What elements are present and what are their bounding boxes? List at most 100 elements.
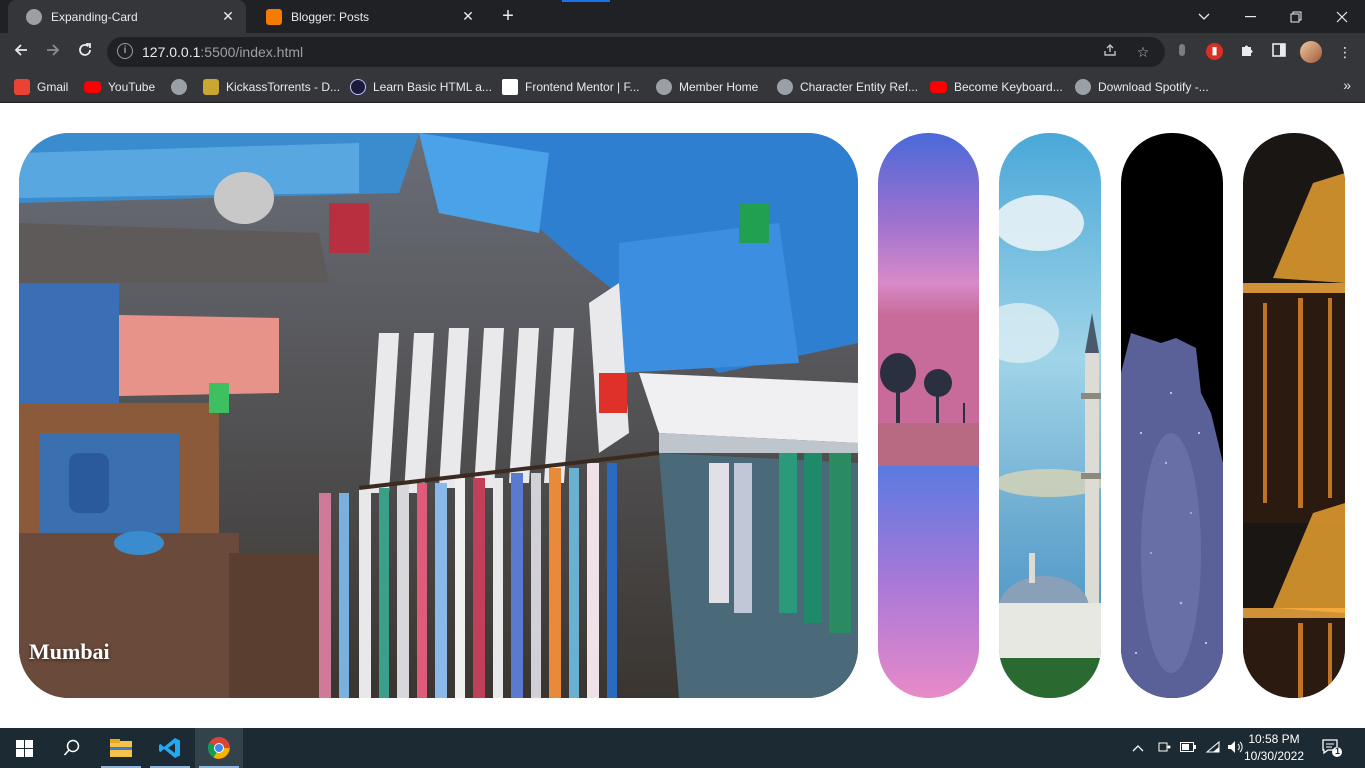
reload-button[interactable] [74,41,96,63]
url-path: :5500/index.html [200,44,304,60]
tab-blogger-posts[interactable]: Blogger: Posts ✕ [248,0,486,33]
bookmarks-overflow-button[interactable]: » [1343,77,1351,93]
ublock-icon[interactable]: ▮ [1206,43,1223,60]
kickass-icon [203,79,219,95]
card-label: Mumbai [29,639,110,664]
menu-icon[interactable]: ⋮ [1335,42,1355,62]
bookmark-gmail[interactable]: Gmail [14,77,68,97]
tab-expanding-card[interactable]: Expanding-Card ✕ [8,0,246,33]
bookmark-label: Learn Basic HTML a... [373,80,492,94]
gmail-icon [14,79,30,95]
taskbar-file-explorer[interactable] [97,728,145,768]
youtube-icon [84,81,101,93]
folder-icon [110,739,132,757]
arrow-left-icon [14,44,27,56]
frontend-mentor-icon [502,79,518,95]
windows-taskbar: 10:58 PM 10/30/2022 1 [0,728,1365,768]
url-text: 127.0.0.1:5500/index.html [142,44,303,60]
arrow-right-icon [47,44,60,56]
clock-date: 10/30/2022 [1243,749,1305,763]
side-panel-icon[interactable] [1269,42,1289,62]
globe-icon [777,79,793,95]
bookmarks-bar: Gmail YouTube KickassTorrents - D... Lea… [0,71,1365,103]
battery-icon[interactable] [1180,740,1196,755]
bookmark-label: Frontend Mentor | F... [525,80,640,94]
tab-title: Blogger: Posts [291,9,370,24]
page-content: Mumbai [0,103,1365,728]
bookmark-member-home[interactable]: Member Home [656,77,758,97]
restore-button[interactable] [1273,0,1319,33]
bookmark-frontend-mentor[interactable]: Frontend Mentor | F... [502,77,640,97]
night-sky-photo [1121,133,1223,698]
bookmark-download-spotify[interactable]: Download Spotify -... [1075,77,1209,97]
globe-icon [171,79,187,95]
card-panel-mumbai[interactable]: Mumbai [19,133,858,698]
taskbar-vscode[interactable] [146,728,194,768]
restore-icon [1290,11,1302,22]
bookmark-label: Character Entity Ref... [800,80,919,94]
bookmark-label: Member Home [679,80,759,94]
tab-strip: Expanding-Card ✕ Blogger: Posts ✕ + [0,0,1365,33]
taskbar-chrome[interactable] [195,728,243,768]
globe-icon [26,8,42,25]
browser-toolbar: i 127.0.0.1:5500/index.html ☆ ▮ ⋮ [0,33,1365,71]
minimize-icon [1244,15,1256,17]
bookmark-globe[interactable] [171,77,194,97]
vscode-icon [159,738,180,758]
system-clock[interactable]: 10:58 PM 10/30/2022 [1243,731,1305,765]
bookmark-youtube[interactable]: YouTube [84,77,155,97]
globe-icon [656,79,672,95]
clock-time: 10:58 PM [1248,732,1300,746]
reload-icon [79,43,91,56]
address-bar[interactable]: i 127.0.0.1:5500/index.html ☆ [107,37,1165,67]
bookmark-label: Become Keyboard... [954,80,1063,94]
wifi-icon[interactable] [1205,740,1221,757]
bridge-night-photo [1243,133,1345,698]
globe-icon [1075,79,1091,95]
url-host: 127.0.0.1 [142,44,201,60]
notifications-button[interactable]: 1 [1321,738,1343,758]
extension-icon[interactable] [1172,42,1192,62]
card-panel-5[interactable] [1243,133,1345,698]
puzzle-icon[interactable] [1237,42,1257,62]
minimize-button[interactable] [1227,0,1273,33]
bookmark-star-icon[interactable]: ☆ [1134,43,1152,61]
learn-icon [350,79,366,95]
bookmark-label: Download Spotify -... [1098,80,1209,94]
card-panel-4[interactable] [1121,133,1223,698]
profile-avatar[interactable] [1300,41,1322,63]
close-icon[interactable]: ✕ [460,8,476,25]
share-icon[interactable] [1101,43,1119,61]
new-tab-button[interactable]: + [497,6,519,28]
card-panel-3[interactable] [999,133,1101,698]
bookmark-character-entity[interactable]: Character Entity Ref... [777,77,918,97]
bookmark-learn-html[interactable]: Learn Basic HTML a... [350,77,492,97]
blogger-icon [266,8,282,25]
meet-now-icon[interactable] [1157,740,1171,757]
back-button[interactable] [10,41,32,63]
bookmark-label: Gmail [37,80,69,94]
tab-loading-indicator [562,0,610,2]
close-icon[interactable]: ✕ [220,8,236,25]
search-icon [63,739,80,756]
chevron-up-icon [1132,745,1144,752]
chrome-icon [208,737,230,759]
search-button[interactable] [48,728,96,768]
windows-logo-icon [15,739,33,757]
show-hidden-icons-button[interactable] [1132,740,1144,755]
tab-search-button[interactable] [1181,0,1227,33]
mumbai-photo [19,133,858,698]
bookmark-kickasstorrents[interactable]: KickassTorrents - D... [203,77,340,97]
chevron-down-icon [1198,13,1210,20]
bookmark-become-keyboard[interactable]: Become Keyboard... [930,77,1063,97]
close-icon [1336,11,1348,22]
window-close-button[interactable] [1319,0,1365,33]
start-button[interactable] [0,728,48,768]
tab-title: Expanding-Card [51,9,138,24]
card-panel-2[interactable] [878,133,979,698]
notification-count: 1 [1334,746,1340,756]
bookmark-label: KickassTorrents - D... [226,80,341,94]
bookmark-label: YouTube [108,80,156,94]
forward-button[interactable] [42,41,64,63]
site-info-icon[interactable]: i [117,43,133,59]
